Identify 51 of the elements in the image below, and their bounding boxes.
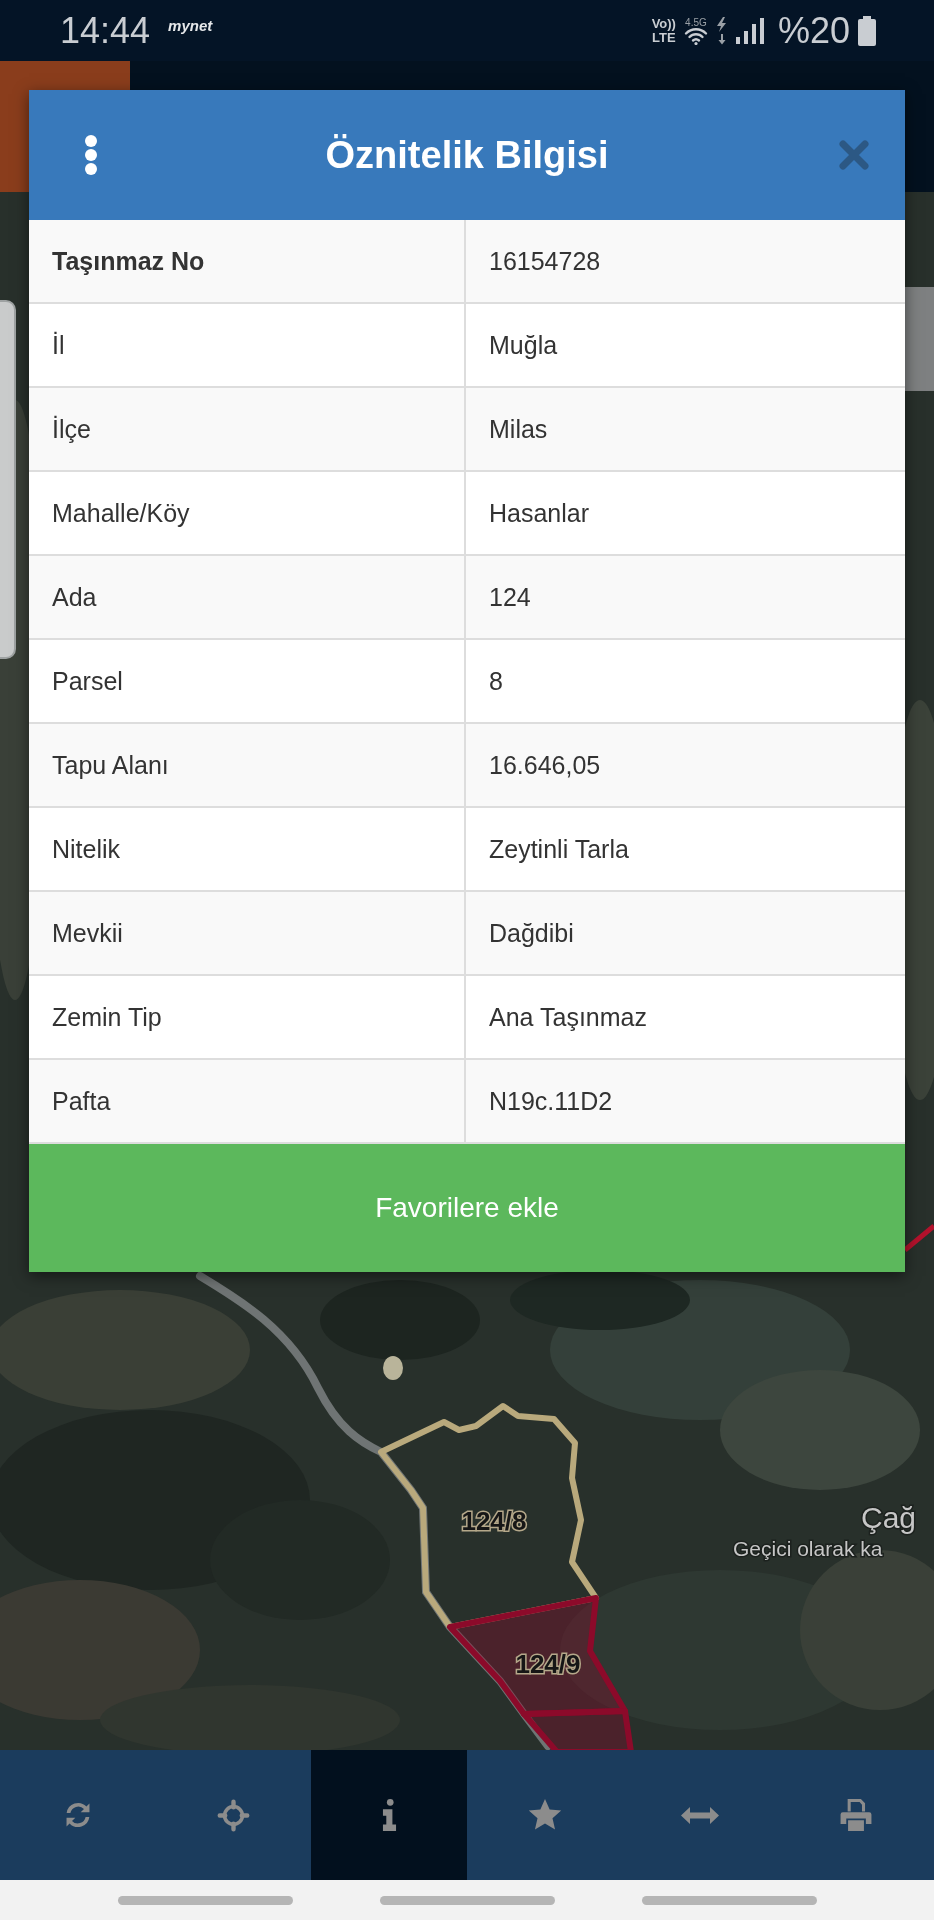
attribute-label: Parsel — [29, 640, 466, 722]
attribute-value: 16.646,05 — [488, 749, 602, 781]
crosshair-icon — [217, 1798, 250, 1832]
volte-label: Vo)) — [651, 16, 676, 31]
battery-percentage: %20 — [777, 9, 850, 52]
printer-icon — [839, 1799, 874, 1831]
signal-icon — [735, 17, 764, 44]
attribute-label: İlçe — [29, 388, 466, 470]
wifi-icon — [683, 27, 708, 45]
info-icon — [381, 1799, 397, 1831]
data-transfer-icon — [715, 16, 728, 45]
attribute-value: Ana Taşınmaz — [488, 1001, 648, 1033]
dialog-title: Öznitelik Bilgisi — [324, 133, 610, 177]
attribute-value: N19c.11D2 — [488, 1085, 614, 1117]
double-arrow-icon — [681, 1806, 720, 1824]
lte-label: LTE — [652, 30, 676, 45]
attribute-label: Taşınmaz No — [29, 220, 466, 302]
attribute-value: Zeytinli Tarla — [488, 833, 630, 865]
attribute-label: Mahalle/Köy — [29, 472, 466, 554]
attribute-label: Zemin Tip — [29, 976, 466, 1058]
attribute-value: 8 — [488, 665, 504, 697]
attribute-value: Muğla — [488, 329, 559, 361]
more-icon — [84, 135, 98, 175]
gesture-hint[interactable] — [117, 1895, 293, 1905]
gesture-hint[interactable] — [641, 1895, 817, 1905]
attribute-value: 16154728 — [488, 245, 602, 277]
attribute-label: İl — [29, 304, 466, 386]
clock: 14:44 — [60, 9, 151, 52]
gesture-hint[interactable] — [379, 1895, 555, 1905]
attribute-value: Hasanlar — [488, 497, 591, 529]
attribute-label: Pafta — [29, 1060, 466, 1142]
attribute-value: Dağdibi — [488, 917, 575, 949]
parcel-label: 124/8 — [461, 1506, 527, 1536]
battery-icon — [858, 15, 876, 46]
place-label: Çağ — [861, 1501, 917, 1534]
app-logo: mynet — [168, 17, 213, 34]
attribute-label: Mevkii — [29, 892, 466, 974]
map-control[interactable] — [905, 287, 934, 391]
attribute-value: 124 — [488, 581, 532, 613]
close-button[interactable] — [839, 140, 869, 170]
add-favorite-button[interactable]: Favorilere ekle — [29, 1144, 905, 1272]
parcel-label: 124/9 — [515, 1649, 581, 1679]
attribute-label: Nitelik — [29, 808, 466, 890]
attribute-value: Milas — [488, 413, 549, 445]
close-icon — [839, 140, 869, 170]
network-type-label: 4.5G — [685, 16, 707, 28]
menu-button[interactable] — [84, 135, 98, 175]
attribute-label: Ada — [29, 556, 466, 638]
attribute-label: Tapu Alanı — [29, 724, 466, 806]
parcel-outline[interactable] — [378, 1403, 599, 1630]
place-label: Geçici olarak ka — [733, 1537, 883, 1560]
